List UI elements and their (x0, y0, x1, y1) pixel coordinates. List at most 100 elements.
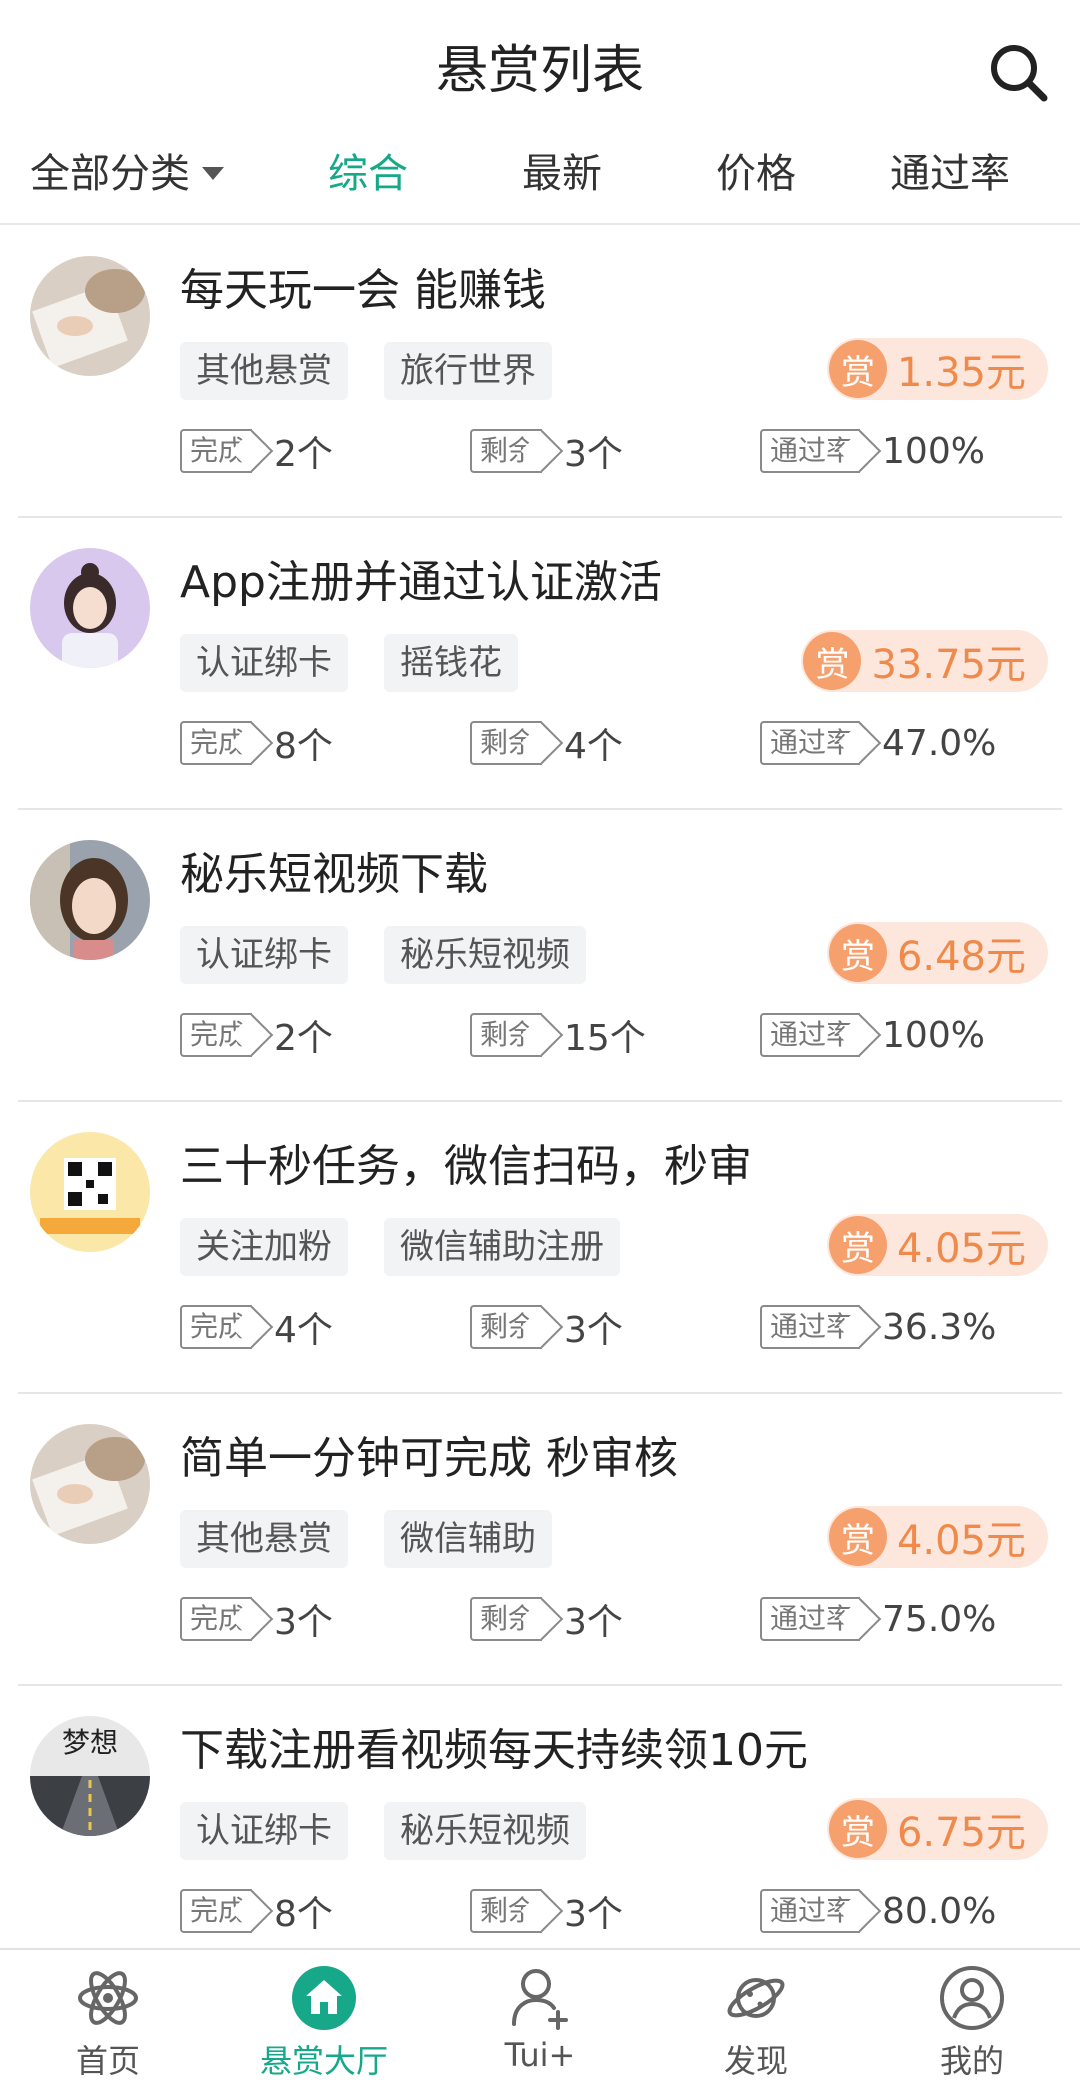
reward-badge: 赏 (828, 1508, 887, 1566)
task-title: 简单一分钟可完成 秒审核 (180, 1433, 678, 1484)
stat-value: 15个 (564, 1018, 646, 1059)
reward-badge: 赏 (828, 340, 887, 398)
task-item[interactable]: 梦想 下载注册看视频每天持续领10元 认证绑卡 秘乐短视频 赏 6.75元 完成… (0, 1686, 1080, 1978)
stat-remaining: 剩余 4个 (470, 718, 623, 768)
reward-badge: 赏 (803, 632, 862, 690)
stat-label: 完成 (180, 1597, 253, 1641)
stat-done: 完成 2个 (180, 1010, 333, 1060)
nav-label: 发现 (723, 2042, 788, 2080)
stat-label: 完成 (180, 721, 253, 765)
tab-latest[interactable]: 最新 (522, 144, 602, 204)
task-title: App注册并通过认证激活 (180, 557, 662, 608)
stat-pass-rate: 通过率 100% (760, 1010, 985, 1060)
stat-label: 通过率 (760, 1013, 861, 1057)
reward-pill: 赏 4.05元 (826, 1214, 1048, 1276)
stat-label: 剩余 (470, 1889, 543, 1933)
task-tag: 关注加粉 (180, 1218, 348, 1276)
page-title: 悬赏列表 (435, 41, 644, 101)
task-tag: 认证绑卡 (180, 926, 348, 984)
category-label: 全部分类 (30, 151, 190, 197)
task-item[interactable]: 简单一分钟可完成 秒审核 其他悬赏 微信辅助 赏 4.05元 完成 3个 剩余 3个… (0, 1394, 1080, 1686)
task-list: 每天玩一会 能赚钱 其他悬赏 旅行世界 赏 1.35元 完成 2个 剩余 3个 通过… (0, 226, 1080, 1978)
planet-icon (727, 1978, 785, 2018)
stat-value: 80.0% (882, 1890, 997, 1932)
nav-tui[interactable]: Tui+ (432, 1950, 648, 2091)
category-dropdown[interactable]: 全部分类 (30, 144, 224, 204)
task-tag: 认证绑卡 (180, 634, 348, 692)
stat-remaining: 剩余 15个 (470, 1010, 646, 1060)
stat-done: 完成 8个 (180, 718, 333, 768)
avatar (30, 548, 150, 668)
reward-amount: 4.05元 (896, 1518, 1026, 1564)
reward-amount: 1.35元 (896, 350, 1026, 396)
nav-home[interactable]: 首页 (0, 1950, 216, 2091)
task-item[interactable]: 秘乐短视频下载 认证绑卡 秘乐短视频 赏 6.48元 完成 2个 剩余 15个 通过… (0, 810, 1080, 1102)
stat-value: 3个 (564, 434, 623, 475)
stat-label: 通过率 (760, 429, 861, 473)
reward-amount: 6.48元 (896, 934, 1026, 980)
task-item[interactable]: App注册并通过认证激活 认证绑卡 摇钱花 赏 33.75元 完成 8个 剩余 4个… (0, 518, 1080, 810)
avatar (30, 1424, 150, 1544)
task-item[interactable]: 三十秒任务，微信扫码，秒审 关注加粉 微信辅助注册 赏 4.05元 完成 4个 剩… (0, 1102, 1080, 1394)
stat-label: 剩余 (470, 721, 543, 765)
task-title: 秘乐短视频下载 (180, 849, 488, 900)
stat-label: 完成 (180, 429, 253, 473)
stat-value: 75.0% (882, 1598, 997, 1640)
reward-amount: 4.05元 (896, 1226, 1026, 1272)
stat-value: 3个 (564, 1602, 623, 1643)
tab-comprehensive[interactable]: 综合 (328, 144, 408, 204)
stat-value: 4个 (564, 726, 623, 767)
stat-label: 完成 (180, 1889, 253, 1933)
task-tag: 认证绑卡 (180, 1802, 348, 1860)
reward-badge: 赏 (828, 1216, 887, 1274)
top-bar: 悬赏列表 (0, 0, 1080, 130)
stat-value: 8个 (274, 1894, 333, 1935)
stat-pass-rate: 通过率 47.0% (760, 718, 996, 768)
avatar (30, 1132, 150, 1252)
reward-badge: 赏 (828, 1800, 887, 1858)
task-title: 下载注册看视频每天持续领10元 (180, 1725, 808, 1776)
nav-label: Tui+ (504, 2036, 576, 2074)
stat-label: 完成 (180, 1013, 253, 1057)
task-tag: 微信辅助 (384, 1510, 552, 1568)
reward-pill: 赏 4.05元 (826, 1506, 1048, 1568)
stat-pass-rate: 通过率 80.0% (760, 1886, 996, 1936)
tab-pass-rate[interactable]: 通过率 (890, 144, 1010, 204)
stat-value: 8个 (274, 726, 333, 767)
tab-price[interactable]: 价格 (716, 144, 796, 204)
home-icon (292, 1966, 356, 2030)
nav-reward-hall[interactable]: 悬赏大厅 (216, 1950, 432, 2091)
stat-done: 完成 8个 (180, 1886, 333, 1936)
task-tag: 秘乐短视频 (384, 1802, 586, 1860)
bottom-nav: 首页 悬赏大厅 Tui+ 发现 我的 (0, 1948, 1080, 2091)
stat-remaining: 剩余 3个 (470, 1302, 623, 1352)
search-button[interactable] (988, 42, 1050, 104)
stat-value: 3个 (564, 1310, 623, 1351)
task-item[interactable]: 每天玩一会 能赚钱 其他悬赏 旅行世界 赏 1.35元 完成 2个 剩余 3个 通过… (0, 226, 1080, 518)
task-tag: 微信辅助注册 (384, 1218, 620, 1276)
stat-value: 4个 (274, 1310, 333, 1351)
stat-remaining: 剩余 3个 (470, 1594, 623, 1644)
caret-down-icon (202, 166, 224, 180)
stat-value: 3个 (564, 1894, 623, 1935)
stat-value: 2个 (274, 434, 333, 475)
avatar (30, 256, 150, 376)
reward-amount: 6.75元 (896, 1810, 1026, 1856)
task-tag: 旅行世界 (384, 342, 552, 400)
stat-label: 通过率 (760, 721, 861, 765)
reward-badge: 赏 (828, 924, 887, 982)
reward-pill: 赏 6.75元 (826, 1798, 1048, 1860)
reward-pill: 赏 6.48元 (826, 922, 1048, 984)
task-title: 三十秒任务，微信扫码，秒审 (180, 1141, 752, 1192)
nav-me[interactable]: 我的 (864, 1950, 1080, 2091)
task-tag: 其他悬赏 (180, 342, 348, 400)
nav-discover[interactable]: 发现 (648, 1950, 864, 2091)
nav-label: 悬赏大厅 (259, 2042, 388, 2080)
stat-label: 通过率 (760, 1889, 861, 1933)
stat-value: 3个 (274, 1602, 333, 1643)
stat-label: 剩余 (470, 429, 543, 473)
stat-value: 100% (882, 430, 985, 472)
atom-icon (78, 1971, 138, 2025)
avatar-text: 梦想 (62, 1726, 118, 1759)
nav-label: 首页 (75, 2042, 140, 2080)
